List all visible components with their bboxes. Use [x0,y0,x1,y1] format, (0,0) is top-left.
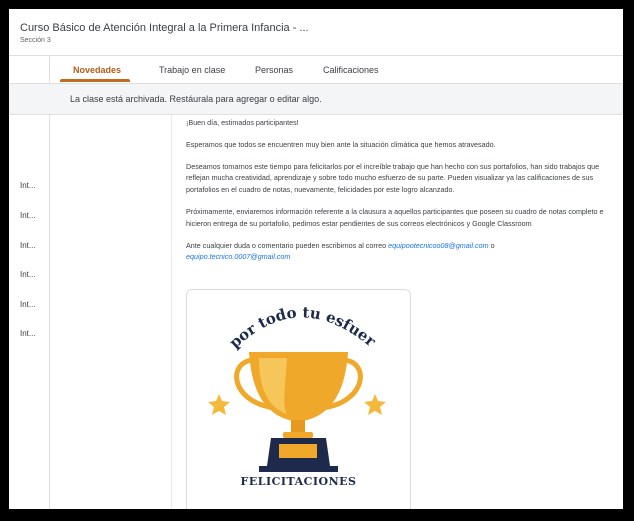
tab-trabajo-en-clase[interactable]: Trabajo en clase [159,65,225,75]
email-link[interactable]: equipo.tecnico.0007@gmail.com [186,252,290,261]
announcement-post: ¡Buen día, estimados participantes! Espe… [186,117,621,273]
trophy-plaque [279,444,317,458]
trophy-pedestal [259,466,338,472]
post-paragraph: Esperamos que todos se encuentren muy bi… [186,139,496,149]
classroom-page: Curso Básico de Atención Integral a la P… [9,9,623,509]
trophy-neck [283,432,313,438]
image-caption: FELICITACIONES [240,475,357,488]
star-icon [208,394,230,415]
sidebar-item[interactable]: Int... [20,270,36,279]
sidebar: Int... Int... Int... Int... Int... Int..… [9,115,50,509]
trophy-stem [291,420,305,434]
post-paragraph: Deseamos tomarnos este tiempo para felic… [186,161,600,195]
sidebar-item[interactable]: Int... [20,329,36,338]
active-tab-indicator [60,79,130,82]
star-icon [364,394,386,415]
archived-notice-text: La clase está archivada. Restáurala para… [70,94,322,104]
post-paragraph: Próximamente, enviaremos información ref… [186,206,604,228]
sidebar-item[interactable]: Int... [20,300,36,309]
course-title[interactable]: Curso Básico de Atención Integral a la P… [20,22,309,34]
email-link[interactable]: equipootecnicoo08@gmail.com [388,241,488,250]
tab-novedades[interactable]: Novedades [73,65,121,75]
post-contact-paragraph: Ante cualquier duda o comentario pueden … [186,240,621,264]
sidebar-item[interactable]: Int... [20,211,36,220]
sidebar-item[interactable]: Int... [20,181,36,190]
tab-personas[interactable]: Personas [255,65,293,75]
tab-bar: Novedades Trabajo en clase Personas Cali… [9,56,623,129]
content-divider [171,115,172,509]
post-greeting: ¡Buen día, estimados participantes! [186,118,299,127]
tab-calificaciones[interactable]: Calificaciones [323,65,379,75]
course-section: Sección 3 [20,37,51,44]
post-contact-or: o [488,240,495,250]
sidebar-item[interactable]: Int... [20,241,36,250]
top-bar: Curso Básico de Atención Integral a la P… [9,9,623,56]
post-contact-text: Ante cualquier duda o comentario pueden … [186,240,389,250]
attachment-image-card[interactable]: por todo tu esfuerzo FELICITACIONES [186,289,411,509]
archived-notice: La clase está archivada. Restáurala para… [9,84,623,115]
banner-text: por todo tu esfuerzo [187,290,380,352]
